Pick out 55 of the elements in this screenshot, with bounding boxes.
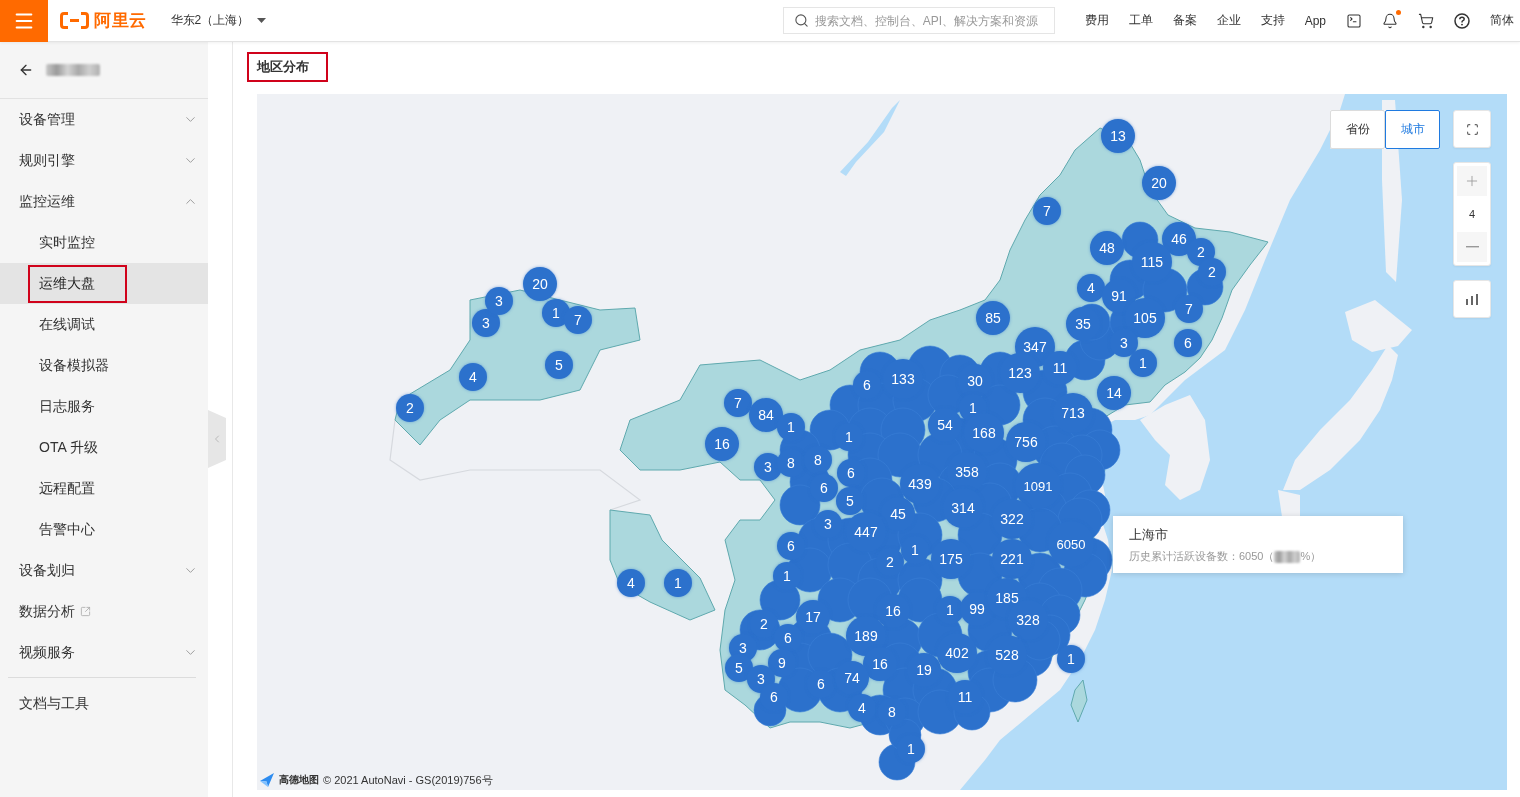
terminal-button[interactable] (1346, 12, 1362, 29)
nav-link[interactable]: 备案 (1172, 12, 1197, 29)
bell-icon (1382, 12, 1398, 29)
minus-icon (1465, 246, 1479, 248)
sidebar-item[interactable]: 告警中心 (0, 509, 208, 550)
attribution-text: © 2021 AutoNavi - GS(2019)756号 (323, 772, 493, 788)
view-toggle-button[interactable]: 省份 (1330, 110, 1385, 149)
sidebar-item[interactable]: 实时监控 (0, 222, 208, 263)
sidebar-link[interactable]: 文档与工具 (0, 683, 208, 724)
sidebar-item[interactable]: OTA 升级 (0, 427, 208, 468)
cart-button[interactable] (1418, 12, 1434, 29)
nav-link[interactable]: 支持 (1260, 12, 1285, 29)
bar-chart-icon (1466, 293, 1478, 305)
nav-link[interactable]: 工单 (1128, 12, 1153, 29)
sidebar-group[interactable]: 规则引擎 (0, 140, 208, 181)
language-link[interactable]: 简体 (1490, 12, 1514, 29)
notification-button[interactable] (1382, 12, 1398, 29)
view-toggle-button[interactable]: 城市 (1385, 110, 1440, 149)
cart-icon (1418, 12, 1434, 29)
map-logo-icon (259, 772, 275, 788)
help-icon (1454, 12, 1470, 29)
sidebar-group[interactable]: 监控运维 (0, 181, 208, 222)
collapse-handle[interactable] (208, 410, 226, 468)
logo-link[interactable]: 阿里云 (60, 9, 147, 32)
tooltip-detail: 历史累计活跃设备数：6050（ (1129, 549, 1275, 564)
tooltip-title: 上海市 (1129, 526, 1169, 544)
caret-down-icon (257, 18, 267, 23)
chart-button[interactable] (1453, 280, 1491, 318)
sidebar-group[interactable]: 设备管理 (0, 99, 208, 140)
sidebar-group[interactable]: 视频服务 (0, 632, 208, 673)
terminal-icon (1346, 12, 1362, 29)
fullscreen-icon (1465, 122, 1479, 136)
help-button[interactable] (1454, 12, 1470, 29)
sidebar-item[interactable]: 在线调试 (0, 304, 208, 345)
back-button[interactable] (18, 62, 34, 78)
search-field[interactable]: 搜索文档、控制台、API、解决方案和资源 (782, 7, 1055, 34)
nav-link[interactable]: 费用 (1084, 12, 1109, 29)
bracket-logo-icon (60, 12, 89, 29)
sidebar-link[interactable]: 数据分析 (0, 591, 208, 632)
tooltip-detail-end: %） (1300, 549, 1322, 564)
section-title: 地区分布 (247, 52, 328, 82)
zoom-level-text: 4 (1468, 208, 1476, 220)
sidebar-item[interactable]: 日志服务 (0, 386, 208, 427)
nav-link[interactable]: App (1304, 13, 1326, 28)
plus-icon (1464, 173, 1480, 189)
sidebar-item[interactable]: 运维大盘 (0, 263, 208, 304)
external-link-icon (80, 606, 91, 617)
menu-button[interactable] (0, 0, 48, 42)
map-logo-text: 高德地图 (279, 773, 319, 787)
sidebar-item[interactable]: 设备模拟器 (0, 345, 208, 386)
nav-link[interactable]: 企业 (1216, 12, 1241, 29)
sidebar-group[interactable]: 设备划归 (0, 550, 208, 591)
search-icon (793, 13, 809, 28)
region-selector[interactable]: 华东2（上海） (170, 12, 267, 29)
sidebar-item[interactable]: 远程配置 (0, 468, 208, 509)
